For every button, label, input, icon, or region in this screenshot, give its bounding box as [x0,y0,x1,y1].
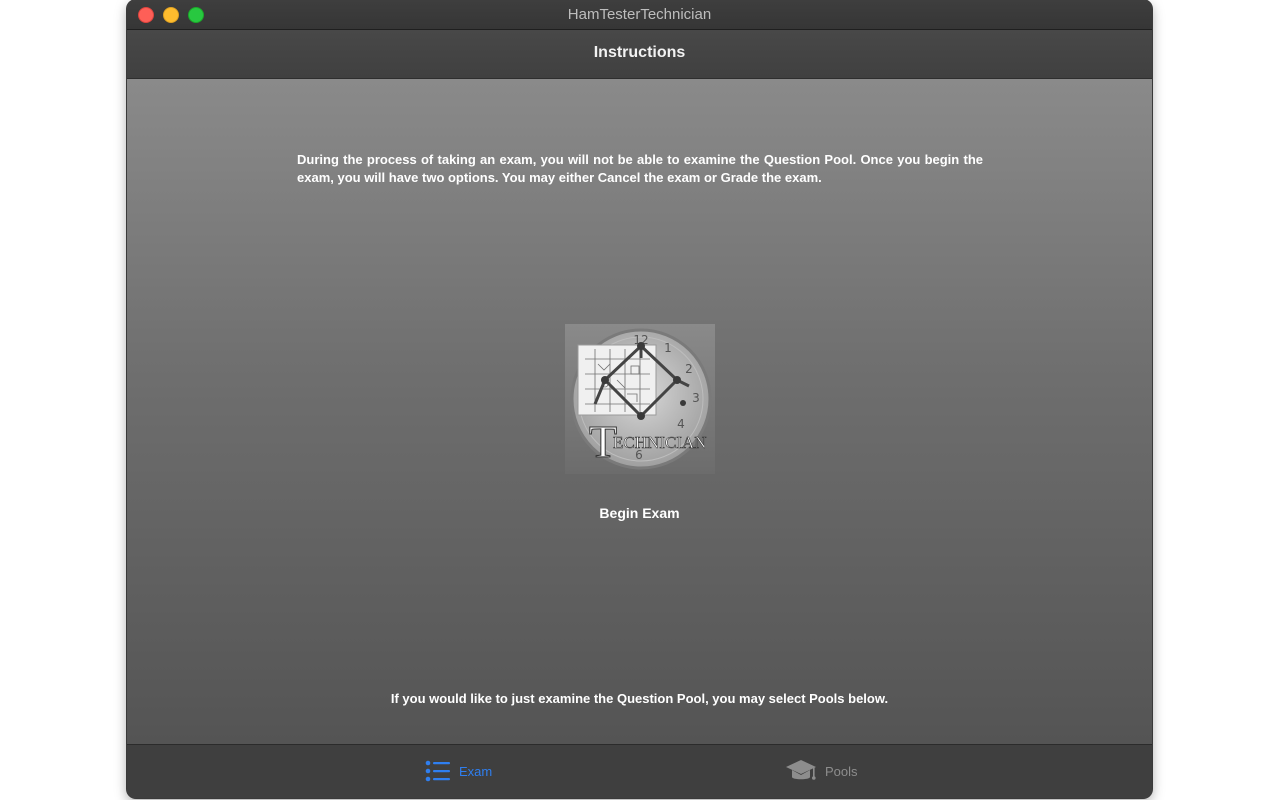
page-title: Instructions [593,44,686,61]
tab-pools[interactable]: Pools [785,759,858,783]
svg-text:3: 3 [692,391,700,405]
graduation-cap-icon [786,760,816,780]
instructions-text: During the process of taking an exam, yo… [297,152,983,185]
svg-text:2: 2 [685,362,693,376]
instructions-panel: During the process of taking an exam, yo… [127,79,1152,745]
begin-exam-button[interactable]: 12 1 2 3 4 6 T ECHNICIAN [565,324,715,474]
window-title: HamTesterTechnician [567,6,712,23]
navigation-bar: Instructions [127,30,1152,79]
tab-exam-label: Exam [459,763,493,779]
tab-pools-label: Pools [825,763,858,779]
svg-text:ECHNICIAN: ECHNICIAN [613,433,707,452]
svg-text:4: 4 [677,417,685,431]
begin-exam-label[interactable]: Begin Exam [127,505,1152,521]
svg-text:1: 1 [664,341,672,355]
tab-bar: Exam Pools [127,744,1152,798]
tab-exam[interactable]: Exam [425,759,492,783]
pools-hint-text: If you would like to just examine the Qu… [390,691,889,706]
list-icon [425,760,450,782]
app-window: HamTesterTechnician Instructions During … [127,0,1152,798]
title-bar[interactable]: HamTesterTechnician [127,0,1152,30]
